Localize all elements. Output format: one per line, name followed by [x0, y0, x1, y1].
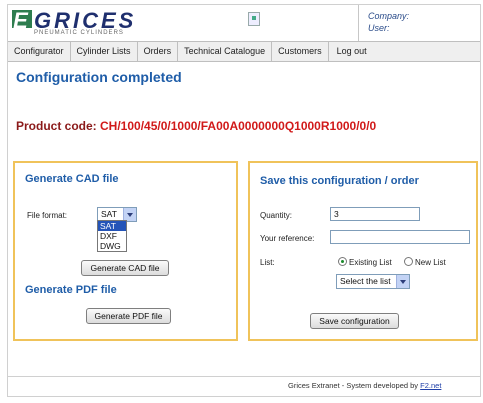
- generate-cad-button[interactable]: Generate CAD file: [81, 260, 169, 276]
- reference-input[interactable]: [330, 230, 470, 244]
- save-panel: Save this configuration / order Quantity…: [248, 161, 478, 341]
- page-frame: E GRICES PNEUMATIC CYLINDERS Company: Use…: [7, 4, 481, 397]
- save-panel-title: Save this configuration / order: [260, 175, 419, 187]
- company-label: Company:: [368, 11, 410, 21]
- grices-logo: E GRICES PNEUMATIC CYLINDERS: [12, 10, 172, 36]
- generate-pdf-button[interactable]: Generate PDF file: [86, 308, 171, 324]
- new-list-label: New List: [415, 258, 446, 267]
- nav-cylinder-lists[interactable]: Cylinder Lists: [71, 42, 138, 61]
- file-format-value: SAT: [101, 209, 117, 219]
- list-label: List:: [260, 258, 275, 267]
- user-info: Company: User:: [358, 5, 480, 41]
- broken-image-icon: [248, 12, 260, 26]
- quantity-label: Quantity:: [260, 211, 293, 220]
- format-option-dxf[interactable]: DXF: [98, 231, 126, 241]
- nav-technical-catalogue[interactable]: Technical Catalogue: [178, 42, 273, 61]
- footer-divider: [8, 376, 480, 377]
- footer-text: Grices Extranet - System developed by: [288, 381, 421, 390]
- file-format-label: File format:: [27, 211, 68, 220]
- cad-panel-title: Generate CAD file: [25, 173, 119, 185]
- list-select-value: Select the list: [340, 276, 391, 286]
- nav-customers[interactable]: Customers: [272, 42, 329, 61]
- new-list-radio[interactable]: [404, 257, 413, 266]
- user-label: User:: [368, 23, 390, 33]
- existing-list-label: Existing List: [349, 258, 392, 267]
- nav-configurator[interactable]: Configurator: [8, 42, 71, 61]
- footer: Grices Extranet - System developed by F2…: [288, 381, 441, 390]
- quantity-input[interactable]: 3: [330, 207, 420, 221]
- nav-log-out[interactable]: Log out: [329, 42, 373, 61]
- file-format-dropdown: SAT DXF DWG: [97, 220, 127, 252]
- product-code-value: CH/100/45/0/1000/FA00A0000000Q1000R1000/…: [100, 119, 377, 133]
- pdf-title: Generate PDF file: [25, 284, 117, 296]
- format-option-sat[interactable]: SAT: [98, 221, 126, 231]
- list-select[interactable]: Select the list: [336, 274, 410, 289]
- format-option-dwg[interactable]: DWG: [98, 241, 126, 251]
- logo-tagline: PNEUMATIC CYLINDERS: [34, 30, 124, 36]
- save-configuration-button[interactable]: Save configuration: [310, 313, 399, 329]
- product-code-label: Product code:: [16, 119, 97, 133]
- logo-e-mark: E: [12, 8, 32, 33]
- chevron-down-icon[interactable]: [396, 275, 409, 288]
- cad-panel: Generate CAD file File format: SAT SAT D…: [13, 161, 238, 341]
- footer-link-f2net[interactable]: F2.net: [420, 381, 441, 390]
- existing-list-radio[interactable]: [338, 257, 347, 266]
- page-title: Configuration completed: [16, 69, 182, 85]
- nav-orders[interactable]: Orders: [138, 42, 179, 61]
- product-code: Product code: CH/100/45/0/1000/FA00A0000…: [16, 119, 376, 133]
- reference-label: Your reference:: [260, 234, 315, 243]
- main-nav: Configurator Cylinder Lists Orders Techn…: [8, 41, 480, 62]
- logo-wordmark: E GRICES: [12, 10, 136, 32]
- header: E GRICES PNEUMATIC CYLINDERS Company: Use…: [8, 5, 480, 41]
